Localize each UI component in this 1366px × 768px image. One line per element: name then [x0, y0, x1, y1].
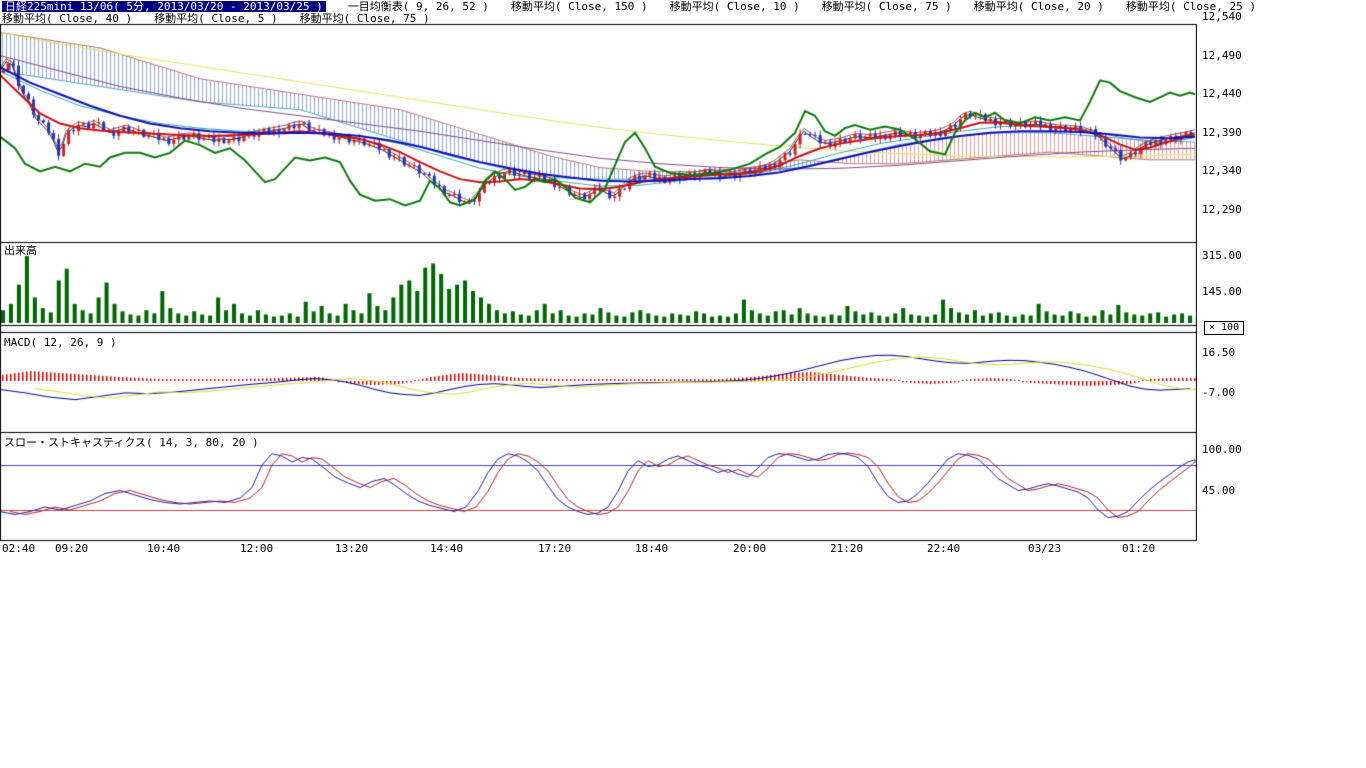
indicator-legend-row-2: 移動平均( Close, 40 ) 移動平均( Close, 5 ) 移動平均( C…: [2, 13, 430, 24]
indicator-label-0-0[interactable]: 日経225mini 13/06( 5分, 2013/03/20 - 2013/0…: [2, 1, 326, 12]
indicator-legend-row-1: 日経225mini 13/06( 5分, 2013/03/20 - 2013/0…: [2, 1, 1256, 12]
price-tick-label: 12,390: [1202, 127, 1266, 139]
indicator-label-1-0[interactable]: 移動平均( Close, 40 ): [2, 13, 132, 24]
indicator-label-1-1[interactable]: 移動平均( Close, 5 ): [154, 13, 277, 24]
indicator-label-0-5[interactable]: 移動平均( Close, 20 ): [974, 1, 1104, 12]
macd-panel-title: MACD( 12, 26, 9 ): [4, 337, 117, 348]
price-tick-label: 12,490: [1202, 50, 1266, 62]
volume-tick-label: 145.00: [1202, 286, 1266, 298]
volume-tick-label: 315.00: [1202, 250, 1266, 262]
volume-panel-title: 出来高: [4, 245, 37, 256]
time-label: 22:40: [927, 543, 960, 555]
time-label: 10:40: [147, 543, 180, 555]
time-label: 12:00: [240, 543, 273, 555]
indicator-label-0-1[interactable]: 一目均衡表( 9, 26, 52 ): [348, 1, 489, 12]
chart-canvas[interactable]: [0, 0, 1197, 542]
indicator-label-0-2[interactable]: 移動平均( Close, 150 ): [511, 1, 648, 12]
time-label: 01:20: [1122, 543, 1155, 555]
time-label: 21:20: [830, 543, 863, 555]
time-label: 18:40: [635, 543, 668, 555]
time-label: 09:20: [55, 543, 88, 555]
price-tick-label: 12,290: [1202, 204, 1266, 216]
indicator-label-0-6[interactable]: 移動平均( Close, 25 ): [1126, 1, 1256, 12]
stoch-panel-title: スロー・ストキャスティクス( 14, 3, 80, 20 ): [4, 437, 259, 448]
price-tick-label: 12,340: [1202, 165, 1266, 177]
indicator-label-1-2[interactable]: 移動平均( Close, 75 ): [300, 13, 430, 24]
indicator-label-0-4[interactable]: 移動平均( Close, 75 ): [822, 1, 952, 12]
volume-multiplier-badge: × 100: [1204, 321, 1244, 335]
time-label: 03/23: [1028, 543, 1061, 555]
indicator-label-0-3[interactable]: 移動平均( Close, 10 ): [670, 1, 800, 12]
time-label: 17:20: [538, 543, 571, 555]
time-label: 14:40: [430, 543, 463, 555]
time-label: 20:00: [733, 543, 766, 555]
stoch-tick-label: 45.00: [1202, 485, 1266, 497]
time-label: 13:20: [335, 543, 368, 555]
price-tick-label: 12,440: [1202, 88, 1266, 100]
macd-tick-label: -7.00: [1202, 387, 1266, 399]
stoch-tick-label: 100.00: [1202, 444, 1266, 456]
macd-tick-label: 16.50: [1202, 347, 1266, 359]
time-label: 02:40: [2, 543, 35, 555]
